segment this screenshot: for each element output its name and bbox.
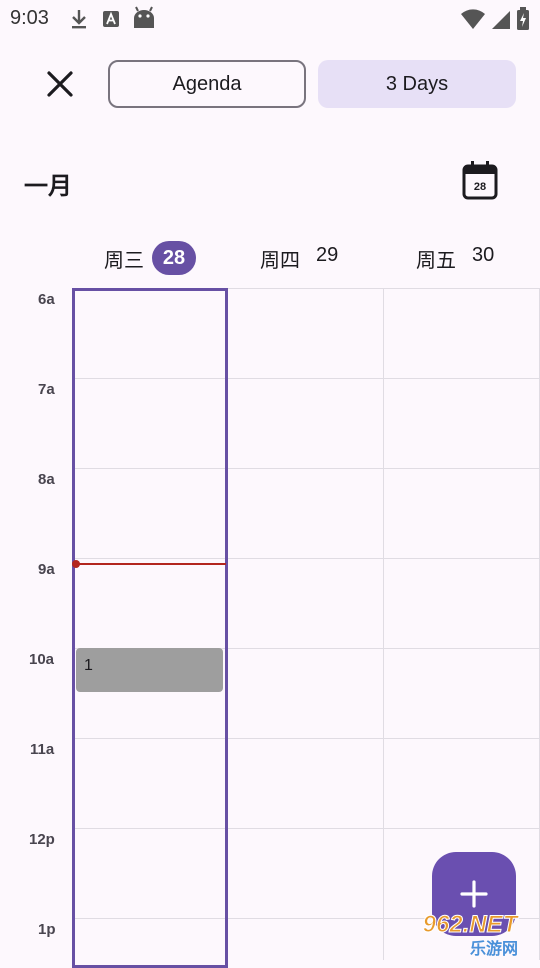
day-header-wed[interactable]: 周三 28 — [104, 240, 196, 276]
status-bar: 9:03 — [0, 0, 540, 38]
hour-label: 6a — [38, 291, 55, 308]
hour-label: 8a — [38, 471, 55, 488]
day-header-date: 30 — [472, 243, 495, 266]
hour-label: 1p — [38, 921, 56, 938]
day-header-weekday: 周三 — [104, 249, 144, 272]
current-time-line — [74, 563, 226, 565]
status-time: 9:03 — [10, 7, 49, 29]
watermark-logo: 962.NET 乐游网 — [402, 908, 538, 959]
event-block[interactable]: 1 — [76, 648, 223, 692]
tab-agenda-label: Agenda — [172, 72, 242, 95]
battery-charging-icon — [517, 7, 529, 30]
tab-agenda[interactable]: Agenda — [108, 60, 306, 108]
go-to-today-button[interactable]: 28 — [460, 160, 500, 200]
close-icon — [47, 71, 73, 97]
wifi-icon — [461, 9, 486, 29]
hour-label: 12p — [29, 831, 55, 848]
month-title: 一月 — [24, 173, 72, 200]
day-header-date: 29 — [316, 243, 339, 266]
tab-3-days[interactable]: 3 Days — [318, 60, 516, 108]
hour-label: 9a — [38, 561, 55, 578]
plus-icon — [460, 880, 488, 908]
event-title: 1 — [84, 657, 93, 674]
download-icon — [72, 10, 86, 29]
hour-label: 11a — [30, 741, 55, 758]
calendar-icon-day: 28 — [474, 181, 486, 193]
column-divider — [383, 288, 384, 960]
tab-3-days-label: 3 Days — [385, 72, 449, 95]
day-header-date-today: 28 — [152, 241, 196, 275]
today-column-highlight — [72, 288, 228, 968]
calendar-icon: 28 — [462, 161, 498, 200]
watermark-text-top: 962.NET — [423, 911, 520, 938]
watermark-logo-image: 962.NET 乐游网 — [422, 911, 520, 959]
hour-label: 7a — [38, 381, 55, 398]
current-time-dot — [72, 560, 80, 568]
day-header-fri[interactable]: 周五 30 — [416, 240, 494, 276]
hour-label: 10a — [29, 651, 55, 668]
day-header-weekday: 周五 — [416, 249, 456, 272]
font-app-icon — [103, 11, 119, 27]
day-header-weekday: 周四 — [260, 249, 300, 272]
status-right-icons — [461, 7, 530, 31]
signal-icon — [491, 11, 510, 29]
watermark-text-bottom: 乐游网 — [470, 939, 518, 958]
day-header-thu[interactable]: 周四 29 — [260, 240, 338, 276]
close-button[interactable] — [40, 64, 80, 104]
android-icon — [134, 6, 154, 28]
